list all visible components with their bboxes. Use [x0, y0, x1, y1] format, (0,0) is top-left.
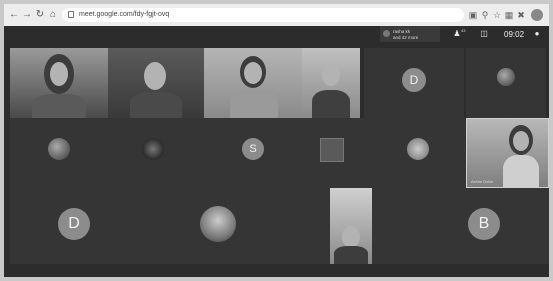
photo-tile-4[interactable] — [302, 118, 364, 188]
presenter-avatar — [383, 30, 390, 37]
participant-photo — [48, 138, 70, 160]
home-icon[interactable]: ⌂ — [47, 8, 59, 22]
participant-body — [130, 92, 182, 118]
participants-count: 43 — [461, 28, 466, 33]
video-tile-2[interactable] — [108, 48, 204, 118]
video-tile-5[interactable] — [276, 188, 412, 264]
participant-photo — [497, 68, 515, 86]
participant-photo — [200, 206, 236, 242]
participant-body — [503, 155, 539, 187]
participant-face — [513, 131, 529, 151]
browser-toolbar: ← → ↻ ⌂ meet.google.com/fdy-fgjt-ovq ▣ ⚲… — [4, 4, 549, 26]
chat-icon[interactable]: ◫ — [478, 28, 490, 40]
video-tile-1[interactable] — [10, 48, 108, 118]
presenter-name: rasha kk — [393, 29, 411, 34]
photo-tile-6[interactable] — [140, 188, 276, 264]
photo-tile-3[interactable] — [108, 118, 204, 188]
avatar-tile-d2[interactable]: D — [10, 188, 140, 264]
participant-face — [342, 226, 360, 248]
participant-body — [230, 90, 278, 118]
video-tile-3[interactable] — [204, 48, 302, 118]
avatar-d: D — [58, 208, 90, 240]
participant-face — [244, 62, 262, 84]
back-arrow-icon[interactable]: ← — [8, 8, 20, 22]
location-icon[interactable]: ⚲ — [479, 8, 491, 22]
meet-grid: D rasha kk and 42 more ♟ 43 ◫ 09:02 ● S — [4, 26, 549, 277]
participant-body — [32, 94, 86, 118]
participant-body — [334, 246, 368, 264]
pinned-video-tile[interactable]: Ashim Dutta — [466, 118, 549, 188]
address-bar[interactable]: meet.google.com/fdy-fgjt-ovq — [62, 8, 464, 22]
avatar-s: S — [242, 138, 264, 160]
avatar-tile-d1[interactable]: D — [364, 48, 464, 118]
participant-body — [312, 90, 350, 118]
url-text: meet.google.com/fdy-fgjt-ovq — [79, 11, 170, 18]
reload-icon[interactable]: ↻ — [34, 8, 46, 22]
photo-tile-5[interactable] — [364, 118, 466, 188]
profile-icon[interactable]: ● — [531, 28, 543, 40]
screen-frame: ← → ↻ ⌂ meet.google.com/fdy-fgjt-ovq ▣ ⚲… — [4, 4, 549, 277]
lock-icon — [68, 11, 74, 18]
forward-arrow-icon[interactable]: → — [21, 8, 33, 22]
star-icon[interactable]: ☆ — [491, 8, 503, 22]
participant-photo — [320, 138, 344, 162]
participant-photo — [407, 138, 429, 160]
puzzle-icon[interactable]: ✖ — [515, 8, 527, 22]
photo-tile-1[interactable] — [466, 48, 546, 118]
participant-face — [322, 64, 340, 86]
participant-name: Ashim Dutta — [471, 179, 493, 184]
participant-photo — [142, 138, 164, 160]
meeting-time: 09:02 — [504, 30, 525, 39]
extensions-icon[interactable]: ▦ — [503, 8, 515, 22]
screen-cast-icon[interactable]: ▣ — [467, 8, 479, 22]
presenter-chip[interactable]: rasha kk and 42 more — [380, 26, 440, 42]
photo-tile-2[interactable] — [10, 118, 108, 188]
participant-face — [50, 62, 68, 86]
avatar-b: B — [468, 208, 500, 240]
profile-avatar[interactable] — [531, 9, 543, 21]
participant-face — [144, 62, 166, 90]
video-tile-4[interactable] — [302, 48, 360, 118]
avatar-d: D — [402, 68, 426, 92]
avatar-tile-b[interactable]: B — [412, 188, 549, 264]
presenter-more: and 42 more — [393, 35, 419, 40]
avatar-tile-s[interactable]: S — [204, 118, 302, 188]
